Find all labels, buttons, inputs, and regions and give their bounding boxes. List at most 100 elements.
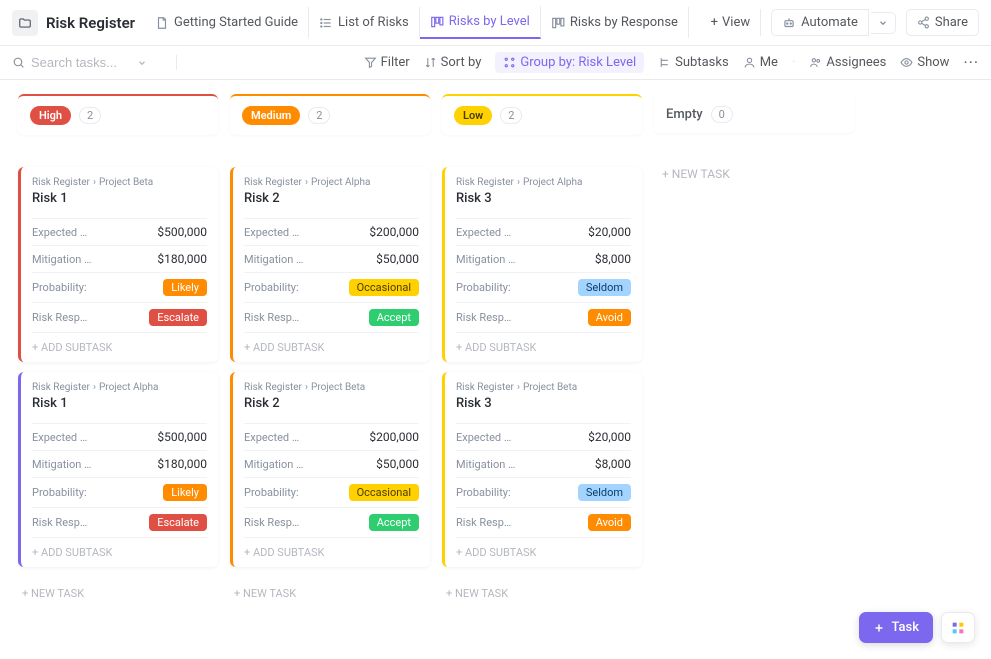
person-icon <box>743 56 756 69</box>
add-subtask-button[interactable]: + ADD SUBTASK <box>244 537 419 567</box>
chevron-down-icon[interactable] <box>137 58 147 68</box>
field-response: Risk Respo… Avoid <box>456 507 631 537</box>
chevron-right-icon: › <box>93 382 96 393</box>
column-header[interactable]: Low 2 <box>442 94 642 135</box>
level-pill: Low <box>454 106 492 125</box>
field-expected-cost: Expected C… $200,000 <box>244 423 419 450</box>
field-label: Probability: <box>456 486 511 499</box>
field-label: Risk Respo… <box>244 516 304 529</box>
add-subtask-button[interactable]: + ADD SUBTASK <box>32 537 207 567</box>
field-label: Expected C… <box>32 431 92 444</box>
header: Risk Register Getting Started Guide List… <box>0 0 991 46</box>
sort-button[interactable]: Sort by <box>424 55 482 70</box>
crumb-root: Risk Register <box>456 177 514 188</box>
add-subtask-button[interactable]: + ADD SUBTASK <box>32 332 207 362</box>
new-task-fab[interactable]: Task <box>859 612 933 643</box>
more-menu-icon[interactable]: ··· <box>963 53 979 72</box>
filter-label: Filter <box>381 55 410 70</box>
view-button[interactable]: + View <box>701 9 762 36</box>
tab-risks-level[interactable]: Risks by Level <box>420 6 541 39</box>
apps-fab[interactable] <box>941 612 975 643</box>
breadcrumb: Risk Register › Project Alpha <box>456 177 631 188</box>
tab-label: Risks by Level <box>449 14 530 29</box>
people-icon <box>809 56 822 69</box>
add-subtask-button[interactable]: + ADD SUBTASK <box>456 537 631 567</box>
level-pill: Medium <box>242 106 300 125</box>
field-mitigation: Mitigation … $180,000 <box>32 450 207 477</box>
task-card[interactable]: Risk Register › Project Beta Risk 2 Expe… <box>230 372 430 567</box>
new-task-button[interactable]: + NEW TASK <box>654 167 854 181</box>
tab-getting-started[interactable]: Getting Started Guide <box>145 7 309 38</box>
field-value: $8,000 <box>595 252 631 266</box>
show-button[interactable]: Show <box>900 55 949 70</box>
card-title: Risk 1 <box>32 191 207 206</box>
filter-icon <box>364 56 377 69</box>
assignees-label: Assignees <box>826 55 886 70</box>
column-count: 2 <box>500 107 522 124</box>
column-header[interactable]: Empty 0 <box>654 94 854 133</box>
field-label: Expected C… <box>456 431 516 444</box>
grid-icon <box>950 620 966 636</box>
filter-button[interactable]: Filter <box>364 55 410 70</box>
automate-label: Automate <box>801 15 858 30</box>
chevron-down-icon <box>878 18 888 28</box>
automate-dropdown[interactable] <box>871 12 896 34</box>
me-button[interactable]: Me <box>743 55 778 70</box>
crumb-root: Risk Register <box>456 382 514 393</box>
group-label: Group by: Risk Level <box>520 55 636 70</box>
folder-icon[interactable] <box>12 10 38 36</box>
field-probability: Probability: Occasional <box>244 477 419 507</box>
search-input[interactable] <box>31 55 131 70</box>
share-label: Share <box>935 15 968 30</box>
sort-icon <box>424 56 437 69</box>
field-value: $200,000 <box>369 430 419 444</box>
field-mitigation: Mitigation … $50,000 <box>244 450 419 477</box>
field-label: Mitigation … <box>244 253 303 266</box>
probability-badge: Likely <box>163 484 207 501</box>
task-card[interactable]: Risk Register › Project Beta Risk 1 Expe… <box>18 167 218 362</box>
field-label: Risk Respo… <box>456 311 516 324</box>
field-value: $500,000 <box>157 225 207 239</box>
column-header[interactable]: High 2 <box>18 94 218 135</box>
field-value: $20,000 <box>588 430 631 444</box>
field-value: $50,000 <box>376 252 419 266</box>
field-mitigation: Mitigation … $8,000 <box>456 245 631 272</box>
response-badge: Accept <box>369 514 419 531</box>
share-button[interactable]: Share <box>906 9 979 36</box>
field-expected-cost: Expected C… $20,000 <box>456 423 631 450</box>
chevron-right-icon: › <box>305 177 308 188</box>
task-card[interactable]: Risk Register › Project Alpha Risk 3 Exp… <box>442 167 642 362</box>
new-task-button[interactable]: + NEW TASK <box>18 579 218 608</box>
column-header[interactable]: Medium 2 <box>230 94 430 135</box>
field-label: Probability: <box>32 486 87 499</box>
subtasks-button[interactable]: Subtasks <box>658 55 729 70</box>
task-card[interactable]: Risk Register › Project Alpha Risk 2 Exp… <box>230 167 430 362</box>
add-subtask-button[interactable]: + ADD SUBTASK <box>456 332 631 362</box>
automate-button[interactable]: Automate <box>771 9 869 36</box>
crumb-project: Project Alpha <box>99 382 159 393</box>
field-label: Risk Respo… <box>32 311 92 324</box>
field-value: $20,000 <box>588 225 631 239</box>
new-task-button[interactable]: + NEW TASK <box>442 579 642 608</box>
new-task-button[interactable]: + NEW TASK <box>230 579 430 608</box>
board-icon <box>430 15 444 29</box>
task-card[interactable]: Risk Register › Project Alpha Risk 1 Exp… <box>18 372 218 567</box>
response-badge: Accept <box>369 309 419 326</box>
response-badge: Escalate <box>149 309 207 326</box>
plus-icon <box>873 622 885 634</box>
empty-label: Empty <box>666 107 703 122</box>
field-label: Probability: <box>32 281 87 294</box>
card-title: Risk 1 <box>32 396 207 411</box>
group-button[interactable]: Group by: Risk Level <box>495 52 644 73</box>
tab-label: Getting Started Guide <box>174 15 298 30</box>
add-subtask-button[interactable]: + ADD SUBTASK <box>244 332 419 362</box>
tab-list-risks[interactable]: List of Risks <box>309 7 420 38</box>
field-label: Probability: <box>456 281 511 294</box>
task-card[interactable]: Risk Register › Project Beta Risk 3 Expe… <box>442 372 642 567</box>
tab-risks-response[interactable]: Risks by Response <box>541 7 689 38</box>
board-icon <box>551 16 565 30</box>
assignees-button[interactable]: Assignees <box>809 55 886 70</box>
toolbar: Filter Sort by Group by: Risk Level Subt… <box>0 46 991 80</box>
tab-risks-status[interactable]: Risks by Status <box>689 7 695 38</box>
field-response: Risk Respo… Avoid <box>456 302 631 332</box>
